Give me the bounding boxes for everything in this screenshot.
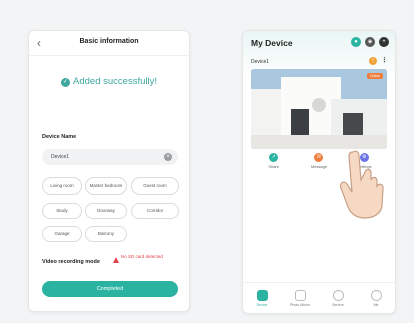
room-chip[interactable]: Master bedroom	[85, 177, 127, 195]
header-actions: ● ◈ +	[351, 37, 389, 47]
success-message: ✓ Added successfully!	[29, 76, 189, 87]
room-chip[interactable]: Study	[42, 203, 82, 219]
add-device-screen: ‹ Basic information ✓ Added successfully!…	[28, 30, 190, 312]
sd-warning-text: No SD card detected	[121, 254, 163, 259]
nav-device[interactable]: Device	[247, 289, 277, 307]
camera-image	[251, 69, 387, 149]
share-label: Share	[268, 164, 279, 169]
header-bar: ‹ Basic information	[29, 31, 189, 56]
share-action[interactable]: ↗ Share	[254, 153, 294, 175]
message-label: Message	[310, 164, 328, 169]
page-title: My Device	[251, 38, 293, 48]
room-chip[interactable]: Balcony	[85, 226, 127, 242]
warning-icon: !	[369, 57, 377, 65]
device-name-value: Device1	[51, 154, 70, 160]
album-icon	[294, 289, 306, 301]
room-chip[interactable]: Garage	[42, 226, 82, 242]
nav-me[interactable]: Me	[361, 289, 391, 307]
warning-icon	[113, 257, 119, 263]
nav-label: Device	[256, 302, 268, 307]
user-icon	[370, 289, 382, 301]
more-icon[interactable]: ⋮	[381, 56, 388, 64]
room-chip[interactable]: Living room	[42, 177, 82, 195]
room-chip[interactable]: Guest room	[131, 177, 179, 195]
service-icon	[332, 289, 344, 301]
pointing-hand-icon	[339, 150, 384, 219]
check-circle-icon: ✓	[61, 78, 71, 87]
camera-preview[interactable]: Online	[251, 69, 387, 149]
share-icon: ↗	[269, 153, 279, 162]
nav-service[interactable]: Service	[323, 289, 353, 307]
device-name-field[interactable]: Device1 ×	[42, 149, 178, 165]
message-action[interactable]: ✉ Message	[299, 153, 339, 175]
home-icon	[256, 289, 268, 301]
nav-label: Photo Album	[290, 302, 310, 307]
sd-card-warning: No SD card detected	[113, 254, 181, 263]
device-name: Device1	[251, 59, 270, 65]
page-title: Basic information	[79, 38, 139, 45]
message-icon: ✉	[314, 153, 324, 162]
bottom-nav: Device Photo Album Service Me	[243, 282, 395, 313]
room-chip[interactable]: Corridor	[131, 203, 179, 219]
add-icon[interactable]: +	[379, 37, 389, 47]
completed-button[interactable]: Completed	[42, 281, 178, 297]
room-chip[interactable]: Doorway	[85, 203, 127, 219]
nav-label: Service	[332, 302, 344, 307]
device-name-label: Device Name	[42, 134, 77, 140]
layers-icon[interactable]: ◈	[365, 37, 375, 47]
nav-label: Me	[373, 302, 379, 307]
clear-icon[interactable]: ×	[164, 153, 172, 161]
nav-photo-album[interactable]: Photo Album	[285, 289, 315, 307]
message-icon[interactable]: ●	[351, 37, 361, 47]
success-text: Added successfully!	[73, 76, 157, 87]
video-recording-label: Video recording mode	[42, 259, 100, 265]
status-badge: Online	[366, 73, 383, 79]
